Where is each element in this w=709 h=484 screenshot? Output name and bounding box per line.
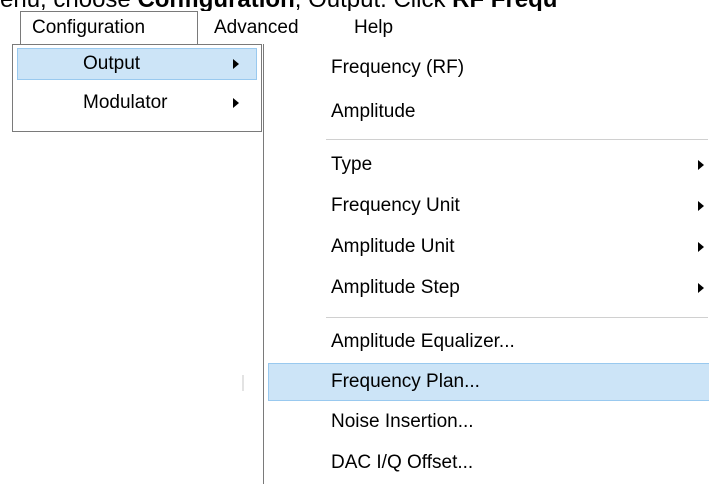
menu-bar: Configuration Advanced Help — [0, 11, 709, 44]
menu-item-label: Type — [331, 154, 373, 175]
menu-item-frequency-rf[interactable]: Frequency (RF) — [268, 49, 709, 87]
menu-item-amplitude-unit[interactable]: Amplitude Unit — [268, 228, 709, 266]
submenu-arrow-icon — [698, 201, 704, 211]
menu-item-type[interactable]: Type — [268, 146, 709, 184]
menu-item-output[interactable]: Output — [17, 48, 257, 80]
menu-item-modulator-label: Modulator — [83, 92, 168, 113]
menu-item-output-label: Output — [83, 53, 141, 74]
menu-item-frequency-unit[interactable]: Frequency Unit — [268, 187, 709, 225]
configuration-dropdown: Output Modulator — [12, 44, 262, 132]
menu-separator — [326, 139, 708, 140]
menu-item-label: Frequency Plan... — [331, 371, 480, 392]
menu-item-label: Amplitude Unit — [331, 236, 455, 257]
menu-item-amplitude-equalizer[interactable]: Amplitude Equalizer... — [268, 323, 709, 361]
menu-help-label: Help — [354, 17, 394, 38]
menu-separator — [326, 317, 708, 318]
menu-item-modulator[interactable]: Modulator — [17, 87, 257, 119]
submenu-arrow-icon — [698, 242, 704, 252]
submenu-arrow-icon — [698, 160, 704, 170]
background-artifact — [242, 375, 244, 391]
menu-item-label: Noise Insertion... — [331, 411, 474, 432]
output-submenu: Frequency (RF) Amplitude Type Frequency … — [263, 44, 709, 484]
menu-item-label: Amplitude Step — [331, 277, 460, 298]
menu-item-label: Frequency Unit — [331, 195, 460, 216]
menu-advanced[interactable]: Advanced — [214, 11, 318, 44]
menu-item-label: DAC I/Q Offset... — [331, 452, 474, 473]
menu-configuration-label: Configuration — [32, 17, 146, 38]
menu-advanced-label: Advanced — [214, 17, 299, 38]
menu-item-noise-insertion[interactable]: Noise Insertion... — [268, 403, 709, 441]
submenu-arrow-icon — [233, 59, 239, 69]
menu-item-amplitude[interactable]: Amplitude — [268, 93, 709, 131]
menu-item-frequency-plan[interactable]: Frequency Plan... — [268, 363, 709, 401]
menu-item-dac-iq-offset[interactable]: DAC I/Q Offset... — [268, 444, 709, 482]
menu-help[interactable]: Help — [354, 11, 414, 44]
menu-item-amplitude-step[interactable]: Amplitude Step — [268, 269, 709, 307]
menu-item-label: Amplitude — [331, 101, 416, 122]
menu-item-label: Amplitude Equalizer... — [331, 331, 515, 352]
submenu-arrow-icon — [233, 98, 239, 108]
submenu-arrow-icon — [698, 283, 704, 293]
menu-configuration[interactable]: Configuration — [20, 11, 198, 44]
menu-item-label: Frequency (RF) — [331, 57, 465, 78]
